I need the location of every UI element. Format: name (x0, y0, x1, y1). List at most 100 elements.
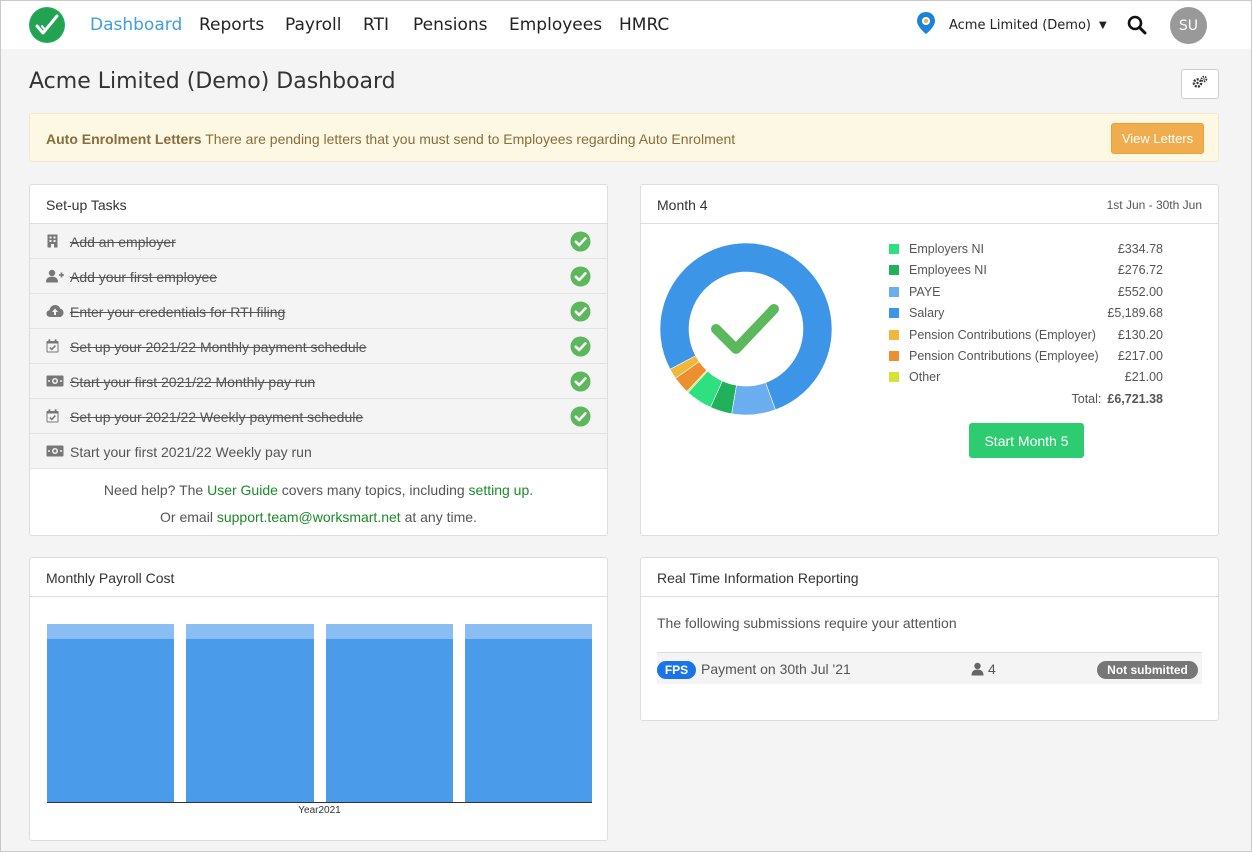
company-switcher[interactable]: Acme Limited (Demo) ▼ (915, 12, 1107, 37)
check-circle-icon (570, 371, 591, 395)
settings-button[interactable] (1181, 69, 1219, 99)
calendar-check-icon (46, 339, 59, 356)
alert-message: There are pending letters that you must … (205, 131, 736, 147)
setup-task-label: Start your first 2021/22 Weekly pay run (70, 444, 312, 460)
nav-hmrc[interactable]: HMRC (619, 15, 669, 35)
setup-tasks-header: Set-up Tasks (30, 185, 607, 224)
top-nav: Dashboard Reports Payroll RTI Pensions E… (1, 1, 1251, 49)
check-circle-icon (570, 301, 591, 325)
payroll-cost-header: Monthly Payroll Cost (30, 558, 607, 597)
setup-task-item[interactable]: Enter your credentials for RTI filing (30, 294, 607, 329)
legend-label: PAYE (909, 284, 941, 299)
legend-value: £217.00 (1117, 349, 1163, 363)
user-guide-link[interactable]: User Guide (207, 482, 278, 498)
legend-swatch (889, 286, 899, 297)
money-icon (46, 374, 64, 390)
payroll-bar (325, 638, 453, 803)
checkmark-icon (711, 304, 779, 354)
employee-count: 4 (971, 661, 996, 677)
help-text: covers many topics, including (277, 482, 469, 498)
payroll-bar (464, 638, 592, 803)
money-icon (46, 444, 64, 460)
check-circle-icon (570, 231, 591, 255)
help-text: . (529, 482, 534, 498)
setup-task-label: Set up your 2021/22 Weekly payment sched… (70, 409, 364, 425)
nav-payroll[interactable]: Payroll (285, 15, 341, 35)
user-icon (971, 662, 984, 676)
total-label: Total: (1071, 392, 1102, 406)
start-month-button[interactable]: Start Month 5 (969, 423, 1084, 458)
month-date-range: 1st Jun - 30th Jun (1106, 198, 1202, 212)
payroll-bar-chart (47, 623, 592, 803)
legend-label: Employees NI (909, 263, 987, 278)
alert-heading: Auto Enrolment Letters (46, 131, 202, 147)
setting-up-link[interactable]: setting up (469, 482, 530, 498)
employee-count-value: 4 (988, 661, 996, 677)
alert-message-line: Auto Enrolment Letters There are pending… (46, 131, 735, 147)
setup-task-item[interactable]: Add an employer (30, 224, 607, 259)
nav-employees[interactable]: Employees (509, 15, 602, 35)
setup-task-item[interactable]: Start your first 2021/22 Weekly pay run (30, 434, 607, 469)
payroll-bar (186, 638, 314, 803)
legend-swatch (889, 372, 899, 383)
nav-reports[interactable]: Reports (199, 15, 264, 35)
setup-task-item[interactable]: Add your first employee (30, 259, 607, 294)
setup-task-label: Add an employer (70, 234, 176, 250)
avatar[interactable]: SU (1170, 7, 1207, 44)
company-name: Acme Limited (Demo) (949, 17, 1091, 33)
help-text: Need help? The (103, 482, 208, 498)
rti-panel: Real Time Information Reporting The foll… (640, 557, 1219, 721)
check-circle-icon (570, 336, 591, 360)
setup-task-item[interactable]: Start your first 2021/22 Monthly pay run (30, 364, 607, 399)
cost-donut-chart (659, 242, 833, 416)
rti-message: The following submissions require your a… (657, 615, 957, 631)
legend-swatch (889, 329, 899, 340)
legend-item: Salary £5,189.68 (889, 304, 1179, 324)
gears-icon (1192, 75, 1208, 94)
legend-label: Other (909, 370, 941, 385)
nav-dashboard[interactable]: Dashboard (90, 15, 182, 35)
caret-down-icon: ▼ (1098, 19, 1107, 31)
legend-label: Employers NI (909, 242, 985, 256)
nav-rti[interactable]: RTI (363, 15, 389, 35)
legend-value: £21.00 (1124, 370, 1163, 385)
payroll-cost-panel: Monthly Payroll Cost Year2021 (29, 557, 608, 841)
month-title: Month 4 (657, 197, 708, 213)
setup-task-item[interactable]: Set up your 2021/22 Monthly payment sche… (30, 329, 607, 364)
setup-task-label: Add your first employee (70, 269, 218, 285)
x-axis-label: Year2021 (298, 805, 341, 816)
legend-swatch (889, 308, 899, 319)
month-header: Month 4 1st Jun - 30th Jun (641, 185, 1218, 224)
legend-value: £552.00 (1117, 284, 1163, 299)
x-axis-line (47, 802, 592, 803)
legend-value: £276.72 (1117, 263, 1163, 278)
rti-title: Real Time Information Reporting (657, 570, 859, 586)
help-text: at any time. (400, 509, 477, 525)
setup-task-item[interactable]: Set up your 2021/22 Weekly payment sched… (30, 399, 607, 434)
legend-label: Pension Contributions (Employer) (909, 327, 1096, 342)
setup-tasks-panel: Set-up Tasks Add an employer Add your fir… (29, 184, 608, 536)
payroll-cost-title: Monthly Payroll Cost (46, 570, 175, 586)
legend-item: Other £21.00 (889, 368, 1179, 388)
legend-item: Employees NI £276.72 (889, 261, 1179, 281)
calendar-check-icon (46, 409, 59, 426)
legend-item: PAYE £552.00 (889, 283, 1179, 303)
auto-enrolment-alert: Auto Enrolment Letters There are pending… (29, 113, 1219, 162)
page-title: Acme Limited (Demo) Dashboard (29, 69, 396, 94)
logo-icon[interactable] (29, 7, 65, 43)
support-email-link[interactable]: support.team@worksmart.net (217, 509, 401, 525)
check-circle-icon (570, 266, 591, 290)
check-circle-icon (570, 406, 591, 430)
legend-swatch (889, 244, 899, 254)
payroll-bar (464, 624, 592, 639)
total-value: £6,721.38 (1107, 392, 1163, 406)
rti-submission-row[interactable]: FPS Payment on 30th Jul '21 4 Not submit… (657, 652, 1202, 684)
search-icon[interactable] (1127, 15, 1147, 40)
legend-swatch (889, 351, 899, 361)
view-letters-button[interactable]: View Letters (1111, 123, 1204, 154)
nav-pensions[interactable]: Pensions (413, 15, 488, 35)
legend-value: £130.20 (1117, 327, 1163, 342)
legend-label: Pension Contributions (Employee) (909, 349, 1099, 363)
payroll-bar (47, 624, 175, 639)
rti-header: Real Time Information Reporting (641, 558, 1218, 597)
